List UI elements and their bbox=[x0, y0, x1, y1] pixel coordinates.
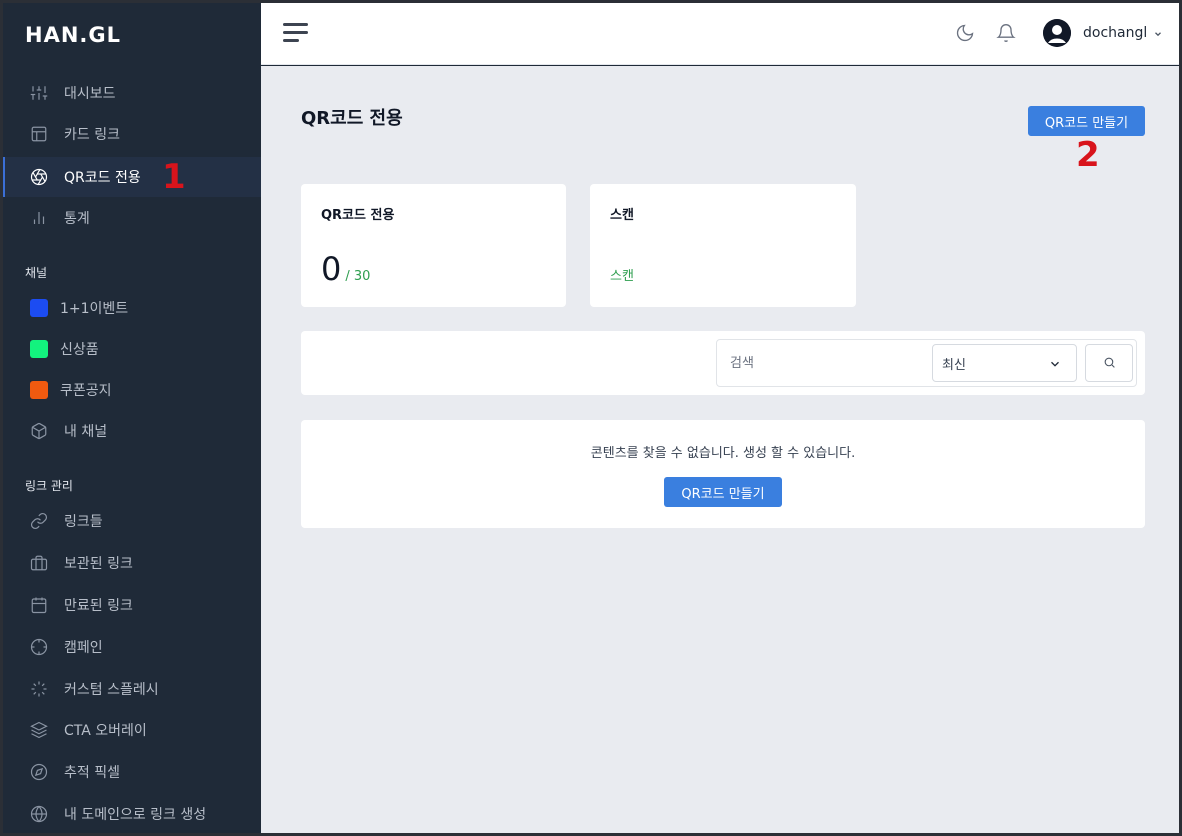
sidebar-item-my-channel[interactable]: 내 채널 bbox=[3, 411, 261, 451]
sidebar-item-label: 카드 링크 bbox=[64, 127, 120, 143]
sidebar-item-label: 보관된 링크 bbox=[64, 556, 133, 572]
sidebar-item-dashboard[interactable]: 대시보드 bbox=[3, 73, 261, 113]
sidebar-item-channel-coupon[interactable]: 쿠폰공지 bbox=[3, 370, 261, 410]
sort-select[interactable]: 최신 bbox=[932, 344, 1077, 382]
aperture-icon bbox=[30, 168, 48, 186]
bell-icon[interactable] bbox=[996, 23, 1016, 43]
sidebar-item-label: 링크들 bbox=[64, 514, 103, 530]
sidebar-item-qrcode[interactable]: QR코드 전용 bbox=[3, 157, 261, 197]
hamburger-menu-icon[interactable] bbox=[283, 23, 309, 43]
sidebar-item-label: 1+1이벤트 bbox=[60, 301, 129, 317]
username: dochangl bbox=[1083, 25, 1148, 41]
stat-card-title: 스캔 bbox=[610, 208, 634, 223]
sidebar-item-campaign[interactable]: 캠페인 bbox=[3, 627, 261, 667]
compass-icon bbox=[30, 763, 48, 781]
sort-selected-value: 최신 bbox=[942, 357, 966, 373]
sidebar-item-tracking-pixel[interactable]: 추적 픽셀 bbox=[3, 752, 261, 792]
sidebar-item-label: CTA 오버레이 bbox=[64, 723, 147, 739]
calendar-icon bbox=[30, 596, 48, 614]
sidebar-item-label: 통계 bbox=[64, 211, 90, 227]
top-header: dochangl bbox=[261, 3, 1179, 65]
sidebar-item-label: 추적 픽셀 bbox=[64, 765, 120, 781]
annotation-number-1: 1 bbox=[162, 157, 186, 197]
sidebar-item-cta-overlay[interactable]: CTA 오버레이 bbox=[3, 710, 261, 750]
sidebar-item-stats[interactable]: 통계 bbox=[3, 198, 261, 238]
sidebar-item-label: QR코드 전용 bbox=[64, 170, 141, 186]
bar-chart-icon bbox=[30, 209, 48, 227]
sidebar-item-label: 내 채널 bbox=[64, 424, 108, 440]
empty-state-message: 콘텐츠를 찾을 수 없습니다. 생성 할 수 있습니다. bbox=[590, 446, 856, 461]
sidebar-item-archived-links[interactable]: 보관된 링크 bbox=[3, 543, 261, 583]
channel-color-swatch bbox=[30, 299, 48, 317]
stat-card-title: QR코드 전용 bbox=[321, 208, 395, 223]
sidebar-item-label: 캠페인 bbox=[64, 640, 103, 656]
channel-color-swatch bbox=[30, 381, 48, 399]
layout-icon bbox=[30, 125, 48, 143]
brand-logo[interactable]: HAN.GL bbox=[25, 20, 261, 50]
scan-link[interactable]: 스캔 bbox=[610, 265, 634, 284]
sidebar-item-label: 대시보드 bbox=[64, 86, 116, 102]
sidebar-item-links[interactable]: 링크들 bbox=[3, 501, 261, 541]
link-icon bbox=[30, 512, 48, 530]
sidebar-item-label: 커스텀 스플레시 bbox=[64, 682, 159, 698]
page-title: QR코드 전용 bbox=[301, 108, 403, 129]
search-input[interactable] bbox=[718, 341, 928, 385]
annotation-number-2: 2 bbox=[1076, 135, 1100, 175]
filter-bar: 최신 bbox=[301, 331, 1145, 395]
sidebar-item-expired-links[interactable]: 만료된 링크 bbox=[3, 585, 261, 625]
search-button[interactable] bbox=[1085, 344, 1133, 382]
stat-limit: / 30 bbox=[345, 269, 371, 284]
search-icon bbox=[1103, 354, 1116, 373]
sidebar-item-channel-new[interactable]: 신상품 bbox=[3, 329, 261, 369]
empty-state-card: 콘텐츠를 찾을 수 없습니다. 생성 할 수 있습니다. QR코드 만들기 bbox=[301, 420, 1145, 528]
stat-value: 0/ 30 bbox=[321, 250, 371, 288]
layers-icon bbox=[30, 721, 48, 739]
sidebar-item-label: 신상품 bbox=[60, 342, 99, 358]
user-menu[interactable]: dochangl bbox=[1043, 18, 1163, 48]
chevron-down-icon bbox=[1048, 357, 1062, 375]
crosshair-icon bbox=[30, 638, 48, 656]
sidebar-item-channel-event[interactable]: 1+1이벤트 bbox=[3, 288, 261, 328]
section-title-channels: 채널 bbox=[25, 266, 48, 280]
sidebar-item-label: 쿠폰공지 bbox=[60, 383, 112, 399]
loader-icon bbox=[30, 680, 48, 698]
main-content: QR코드 전용 QR코드 만들기 2 QR코드 전용 0/ 30 스캔 스캔 최… bbox=[261, 66, 1179, 833]
chevron-down-icon bbox=[1153, 24, 1163, 43]
channel-color-swatch bbox=[30, 340, 48, 358]
sidebar-item-custom-domain[interactable]: 내 도메인으로 링크 생성 bbox=[3, 794, 261, 834]
sidebar: HAN.GL 대시보드 카드 링크 QR코드 전용 통계 채널 1+1이벤트 신… bbox=[0, 0, 261, 836]
briefcase-icon bbox=[30, 554, 48, 572]
sidebar-item-label: 내 도메인으로 링크 생성 bbox=[64, 807, 207, 823]
sidebar-item-label: 만료된 링크 bbox=[64, 598, 133, 614]
sliders-icon bbox=[30, 84, 48, 102]
box-icon bbox=[30, 422, 48, 440]
globe-icon bbox=[30, 805, 48, 823]
stat-card-qrcode: QR코드 전용 0/ 30 bbox=[301, 184, 566, 307]
sidebar-item-custom-splash[interactable]: 커스텀 스플레시 bbox=[3, 669, 261, 709]
moon-icon[interactable] bbox=[955, 23, 975, 43]
section-title-link-management: 링크 관리 bbox=[25, 479, 73, 493]
search-group: 최신 bbox=[716, 339, 1137, 387]
stat-card-scan: 스캔 스캔 bbox=[590, 184, 856, 307]
avatar bbox=[1043, 19, 1071, 47]
create-qrcode-button[interactable]: QR코드 만들기 bbox=[1028, 106, 1145, 136]
sidebar-item-card-link[interactable]: 카드 링크 bbox=[3, 114, 261, 154]
empty-create-qrcode-button[interactable]: QR코드 만들기 bbox=[664, 477, 782, 507]
